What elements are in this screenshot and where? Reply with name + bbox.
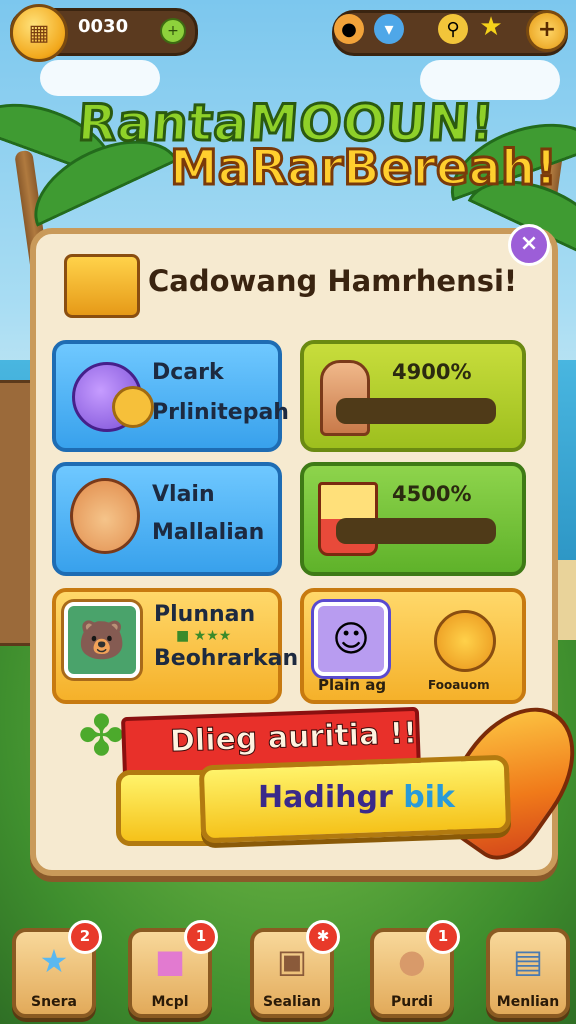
game-title-line2: MaRarBereah! [169,139,559,198]
card-label-left: Plain ag [318,676,387,694]
nav-label: Menlian [496,994,560,1010]
nav-label: Sealian [262,994,322,1010]
star-icon: ★ [479,12,503,42]
notification-badge: ✱ [306,920,340,954]
pet-icon: ● [398,942,426,980]
notification-badge: 1 [184,920,218,954]
food-icon: ● [334,14,364,44]
key-icon: ⚲ [438,14,468,44]
coin-plus-icon[interactable]: + [160,18,186,44]
card-label-right: Fooauom [428,678,490,692]
nav-label: Snera [31,994,77,1010]
notification-badge: 2 [68,920,102,954]
nav-mcpl[interactable]: ■ Mcpl 1 [128,920,218,1018]
cta-label-b: bik [403,780,455,815]
progress-bar [336,398,496,424]
box-icon: ▣ [276,942,308,980]
progress-bar [336,518,496,544]
card-label-line2: Mallalian [152,520,265,545]
card-label-line2: Beohrarkan [154,646,299,671]
fruit-slice-icon [112,386,154,428]
close-button[interactable]: × [508,224,550,266]
card-label-line2: Prlinitepah [152,400,289,425]
cta-label: Hadihgr bik [258,780,455,815]
progress-percent: 4500% [392,482,472,506]
cta-label-a: Hadihgr [258,780,393,815]
card-label-line1: Vlain [152,482,215,507]
coin-chest-icon: ▦ [10,4,68,62]
machine-icon: ▤ [512,942,544,980]
progress-percent: 4900% [392,360,472,384]
gift-icon: ■ [154,942,186,980]
nav-purdi[interactable]: ● Purdi 1 [370,920,460,1018]
panel-title: Cadowang Hamrhensi! [148,264,518,298]
character-portrait-icon: ☺ [314,602,388,676]
nav-label: Purdi [391,994,433,1010]
star-icon: ★ [39,942,69,980]
nav-menlian[interactable]: ▤ Menlian [486,928,570,1018]
bear-icon: 🐻 [64,602,140,678]
flower-creature-icon [70,478,140,554]
clover-icon: ✤ [78,704,125,769]
sun-creature-icon [434,610,496,672]
cup-icon: ▾ [374,14,404,44]
nav-snera[interactable]: ★ Snera 2 [12,920,102,1018]
add-currency-button[interactable]: + [526,10,568,52]
nav-label: Mcpl [151,994,189,1010]
cloud [40,60,160,96]
notification-badge: 1 [426,920,460,954]
coin-value: 0030 [78,16,129,37]
card-label-line1: Dcark [152,360,224,385]
nav-sealian[interactable]: ▣ Sealian ✱ [250,920,340,1018]
chest-icon [64,254,140,318]
